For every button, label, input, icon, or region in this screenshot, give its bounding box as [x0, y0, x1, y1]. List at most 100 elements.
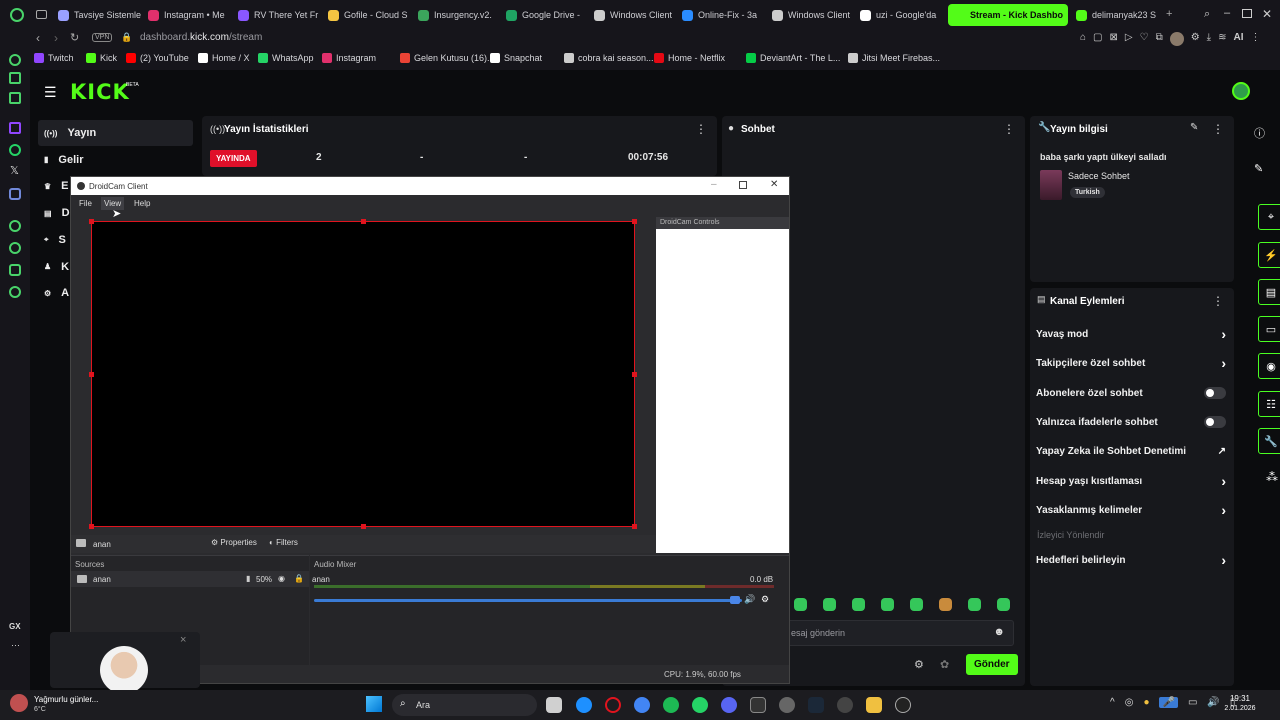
channel-action-row[interactable]: Yavaş mod › [1036, 324, 1226, 344]
tray-app-icon[interactable]: ◎ [1125, 697, 1134, 708]
browser-tab[interactable]: Windows Client [772, 4, 856, 26]
channel-action-row[interactable]: Yasaklanmış kelimeler › [1036, 500, 1226, 520]
bookmark-item[interactable]: Home - Netflix [654, 53, 725, 63]
chat-badge-icon[interactable]: ✿ [940, 658, 949, 671]
opera-logo-icon[interactable] [10, 8, 24, 22]
download-icon[interactable]: ⤓ [1207, 32, 1211, 46]
close-window-icon[interactable]: ✕ [1262, 7, 1272, 21]
emote-icon[interactable] [910, 598, 923, 611]
taskbar-search[interactable]: ⌕ Ara [392, 694, 537, 716]
wrench-side-icon[interactable]: 🔧 [1258, 428, 1280, 454]
mixer-settings-icon[interactable]: ⚙ [761, 594, 769, 605]
browser-tab[interactable]: Gofile - Cloud S [328, 4, 412, 26]
play-icon[interactable]: ▷ [1125, 32, 1133, 46]
bookmark-item[interactable]: DeviantArt - The L... [746, 53, 840, 63]
emote-icon[interactable] [794, 598, 807, 611]
toggle-switch[interactable] [1204, 416, 1226, 428]
bookmark-item[interactable]: (2) YouTube [126, 53, 189, 63]
layout-icon[interactable]: ☷ [1258, 391, 1280, 417]
resize-handle[interactable] [632, 524, 637, 529]
bookmark-item[interactable]: WhatsApp [258, 53, 314, 63]
edge-icon[interactable] [576, 697, 592, 713]
channel-action-row[interactable]: Hesap yaşı kısıtlaması › [1036, 471, 1226, 491]
camera-preview[interactable] [89, 219, 637, 529]
dc-maximize-icon[interactable] [739, 181, 747, 189]
tray-norton-icon[interactable]: ● [1143, 697, 1149, 708]
bookmark-item[interactable]: Gelen Kutusu (16)... [400, 53, 495, 63]
menu-file[interactable]: File [79, 199, 92, 208]
bookmark-item[interactable]: Kick [86, 53, 117, 63]
nav-item[interactable]: ((•)) Yayın [38, 120, 193, 146]
emote-icon[interactable] [997, 598, 1010, 611]
clock-date[interactable]: 2.01.2026 [1218, 705, 1262, 712]
nav-item[interactable]: ▮ Gelir [38, 147, 193, 173]
channel-action-row[interactable]: Abonelere özel sohbet [1036, 383, 1226, 403]
browser-tab[interactable]: RV There Yet Fr [238, 4, 322, 26]
browser-tab[interactable]: Google Drive - [506, 4, 590, 26]
browser-tab[interactable]: Windows Client [594, 4, 678, 26]
browser-tab[interactable]: delimanyak23 S [1076, 4, 1160, 26]
browser-tab[interactable]: Insurgency.v2. [418, 4, 502, 26]
bolt-icon[interactable]: ⚡ [1258, 242, 1280, 268]
spotify-icon[interactable] [663, 697, 679, 713]
weather-icon[interactable] [10, 694, 28, 712]
whatsapp-icon[interactable] [9, 144, 21, 156]
resize-handle[interactable] [361, 219, 366, 224]
browser-tab[interactable]: Instagram • Me [148, 4, 232, 26]
send-button[interactable]: Gönder [966, 654, 1018, 675]
settings-icon[interactable]: ⚙ [1191, 32, 1200, 46]
emote-icon[interactable] [823, 598, 836, 611]
bookmark-item[interactable]: Instagram [322, 53, 376, 63]
discord-icon[interactable] [9, 188, 21, 200]
profile-avatar[interactable] [1169, 32, 1184, 46]
aria-icon[interactable] [9, 54, 21, 66]
dc-minimize-icon[interactable]: – [711, 179, 717, 190]
start-icon[interactable] [366, 696, 382, 712]
pencil-icon[interactable]: ✎ [1254, 162, 1263, 175]
speaker-icon[interactable]: 🔊 [744, 594, 755, 605]
chat-bubble-icon[interactable]: ▭ [1258, 316, 1280, 342]
hamburger-icon[interactable]: ☰ [44, 84, 57, 101]
source-row[interactable]: anan ▮ 50% ◉ 🔒 [71, 571, 309, 587]
app-icon[interactable] [750, 697, 766, 713]
resize-handle[interactable] [632, 372, 637, 377]
emote-icon[interactable] [852, 598, 865, 611]
channel-action-row[interactable]: Yalnızca ifadelerle sohbet [1036, 412, 1226, 432]
clock-time[interactable]: 19:31 [1222, 694, 1258, 703]
url-field[interactable]: dashboard.kick.com/stream [140, 32, 262, 43]
discord-taskbar-icon[interactable] [721, 697, 737, 713]
emote-icon[interactable] [939, 598, 952, 611]
heart-icon[interactable]: ♡ [1140, 32, 1149, 46]
volume-slider-track[interactable] [314, 599, 742, 602]
menu-icon[interactable]: ⋮ [1250, 32, 1260, 46]
chat-input[interactable]: esaj gönderin ☻ [784, 620, 1014, 646]
droidcam-taskbar-icon[interactable] [895, 697, 911, 713]
bookmark-item[interactable]: Snapchat [490, 53, 542, 63]
forward-icon[interactable]: › [54, 31, 58, 45]
edit-icon[interactable]: ✎ [1190, 122, 1198, 133]
stream-info-menu-icon[interactable]: ⋮ [1212, 122, 1224, 136]
tab-active[interactable]: Stream - Kick Dashbo [948, 4, 1068, 26]
emote-icon[interactable] [881, 598, 894, 611]
channel-actions-menu-icon[interactable]: ⋮ [1212, 294, 1224, 308]
resize-handle[interactable] [89, 372, 94, 377]
focus-icon[interactable]: ⌖ [1258, 204, 1280, 230]
back-icon[interactable]: ‹ [36, 31, 40, 45]
kick-logo[interactable]: KICK [70, 80, 130, 104]
menu-help[interactable]: Help [134, 199, 150, 208]
twitch-icon[interactable] [9, 122, 21, 134]
info-icon[interactable]: ⓘ [1254, 125, 1265, 141]
snapshot-icon[interactable]: ▢ [1093, 32, 1102, 46]
vpn-badge[interactable]: VPN [92, 33, 113, 42]
tray-chevron-icon[interactable]: ^ [1110, 697, 1115, 708]
toggle-switch[interactable] [1204, 387, 1226, 399]
resize-handle[interactable] [632, 219, 637, 224]
resize-handle[interactable] [89, 219, 94, 224]
tray-mic-icon[interactable]: 🎤 [1159, 697, 1178, 708]
settings-side-icon[interactable] [9, 286, 21, 298]
extensions-side-icon[interactable] [9, 264, 21, 276]
steam-icon[interactable] [808, 697, 824, 713]
channel-action-row[interactable]: Yapay Zeka ile Sohbet Denetimi ↗ [1036, 441, 1226, 461]
minimize-window-icon[interactable]: – [1224, 7, 1230, 19]
gx-icon[interactable]: GX [9, 622, 21, 631]
